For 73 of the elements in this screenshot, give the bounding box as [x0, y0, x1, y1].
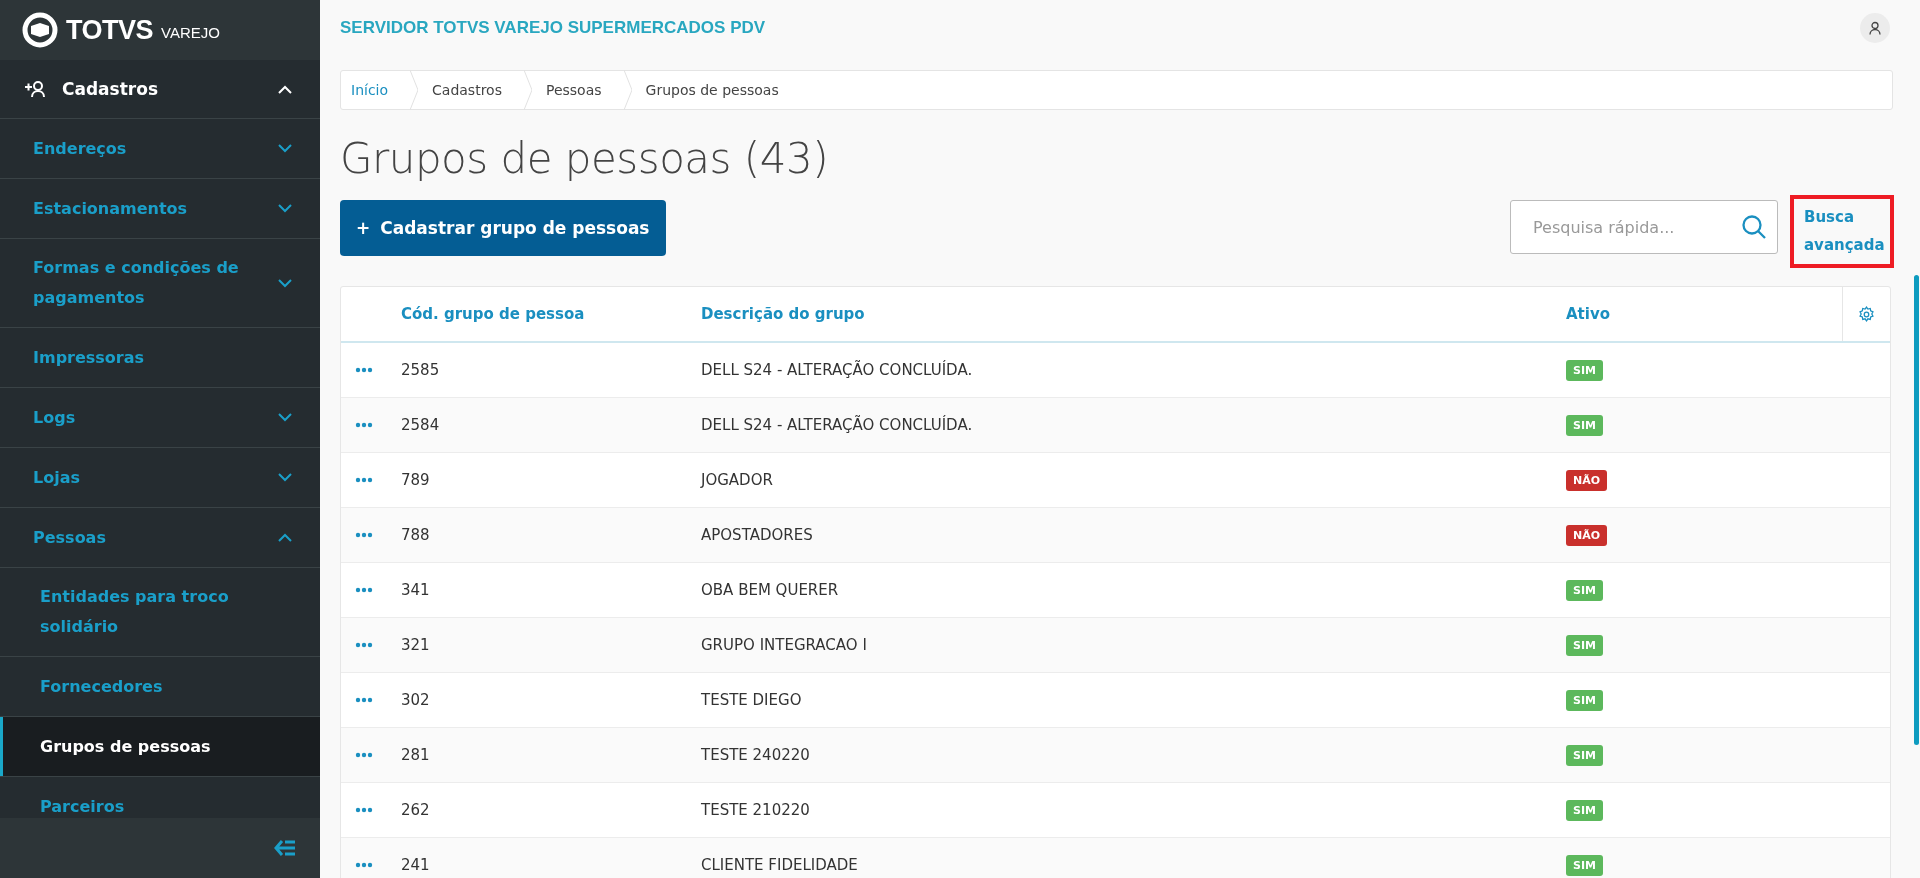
more-icon[interactable]	[355, 532, 373, 538]
search-box[interactable]: Pesquisa rápida...	[1510, 200, 1778, 254]
table-cell-text: 241	[401, 856, 431, 874]
settings-icon[interactable]	[1858, 305, 1875, 323]
status-badge: SIM	[1566, 799, 1603, 821]
breadcrumb-link[interactable]: Cadastros	[418, 82, 524, 98]
menu-section[interactable]: Cadastros	[0, 60, 320, 119]
menu-item[interactable]: Logs	[0, 388, 320, 448]
table-cell-text: 789	[401, 471, 431, 489]
table-cell-text: TESTE DIEGO	[701, 691, 803, 709]
logo-icon	[22, 12, 58, 48]
table-cell-text: 2585	[401, 361, 441, 379]
menu-item[interactable]: Impressoras	[0, 328, 320, 388]
menu-item[interactable]: Estacionamentos	[0, 179, 320, 239]
column-header[interactable]: Descrição do grupo	[701, 305, 1566, 323]
status-badge: SIM	[1566, 854, 1603, 876]
create-button[interactable]: + Cadastrar grupo de pessoas	[340, 200, 666, 256]
more-icon[interactable]	[355, 862, 373, 868]
app-title: SERVIDOR TOTVS VAREJO SUPERMERCADOS PDV	[340, 18, 766, 38]
menu-item[interactable]: Formas e condições de pagamentos	[0, 239, 320, 328]
chevron-up-icon	[278, 84, 292, 94]
breadcrumb-link[interactable]: Pessoas	[531, 82, 624, 98]
user-avatar[interactable]	[1860, 13, 1890, 43]
table-cell-text: 321	[401, 636, 431, 654]
more-icon[interactable]	[355, 697, 373, 703]
menu-item[interactable]: Lojas	[0, 448, 320, 508]
table-cell-text: JOGADOR	[701, 471, 774, 489]
add-user-icon	[24, 80, 46, 98]
menu-item[interactable]: Endereços	[0, 119, 320, 179]
advanced-search-link[interactable]: Busca avançada	[1790, 195, 1894, 268]
status-badge: SIM	[1566, 689, 1603, 711]
user-icon	[1868, 21, 1882, 35]
table-cell-text: 2584	[401, 416, 441, 434]
submenu-item[interactable]: Grupos de pessoas	[0, 717, 320, 777]
brand-name: TOTVS	[66, 14, 154, 46]
table-cell-text: TESTE 210220	[701, 801, 811, 819]
more-icon[interactable]	[355, 477, 373, 483]
table-cell-text: 262	[401, 801, 431, 819]
table-cell-text: CLIENTE FIDELIDADE	[701, 856, 859, 874]
status-badge: SIM	[1566, 744, 1603, 766]
more-icon[interactable]	[355, 422, 373, 428]
status-badge: SIM	[1566, 359, 1603, 381]
table-cell-text: DELL S24 - ALTERAÇÃO CONCLUÍDA.	[701, 361, 974, 379]
table-cell-text: 281	[401, 746, 431, 764]
status-badge: SIM	[1566, 579, 1603, 601]
column-header[interactable]: Ativo	[1566, 305, 1842, 323]
table-cell-text: OBA BEM QUERER	[701, 581, 840, 599]
column-header[interactable]: Cód. grupo de pessoa	[401, 305, 701, 323]
search-icon[interactable]	[1741, 214, 1767, 240]
collapse-menu-icon[interactable]	[274, 839, 296, 857]
status-badge: NÃO	[1566, 469, 1608, 491]
table-cell-text: 341	[401, 581, 431, 599]
submenu-item[interactable]: Entidades para troco solidário	[0, 568, 320, 657]
scrollbar[interactable]	[1914, 275, 1919, 745]
product-name: VAREJO	[161, 23, 220, 41]
more-icon[interactable]	[355, 587, 373, 593]
table-cell-text: TESTE 240220	[701, 746, 811, 764]
breadcrumb-link[interactable]: Início	[341, 82, 411, 98]
status-badge: SIM	[1566, 634, 1603, 656]
breadcrumb-link[interactable]: Grupos de pessoas	[631, 82, 801, 98]
table-cell-text: APOSTADORES	[701, 526, 814, 544]
page-title: Grupos de pessoas (43)	[340, 134, 830, 184]
more-icon[interactable]	[355, 807, 373, 813]
status-badge: SIM	[1566, 414, 1603, 436]
table-cell-text: DELL S24 - ALTERAÇÃO CONCLUÍDA.	[701, 416, 974, 434]
more-icon[interactable]	[355, 752, 373, 758]
more-icon[interactable]	[355, 642, 373, 648]
table-cell-text: GRUPO INTEGRACAO I	[701, 636, 868, 654]
menu-item[interactable]: Pessoas	[0, 508, 320, 568]
more-icon[interactable]	[355, 367, 373, 373]
table-cell-text: 302	[401, 691, 431, 709]
status-badge: NÃO	[1566, 524, 1608, 546]
table-cell-text: 788	[401, 526, 431, 544]
